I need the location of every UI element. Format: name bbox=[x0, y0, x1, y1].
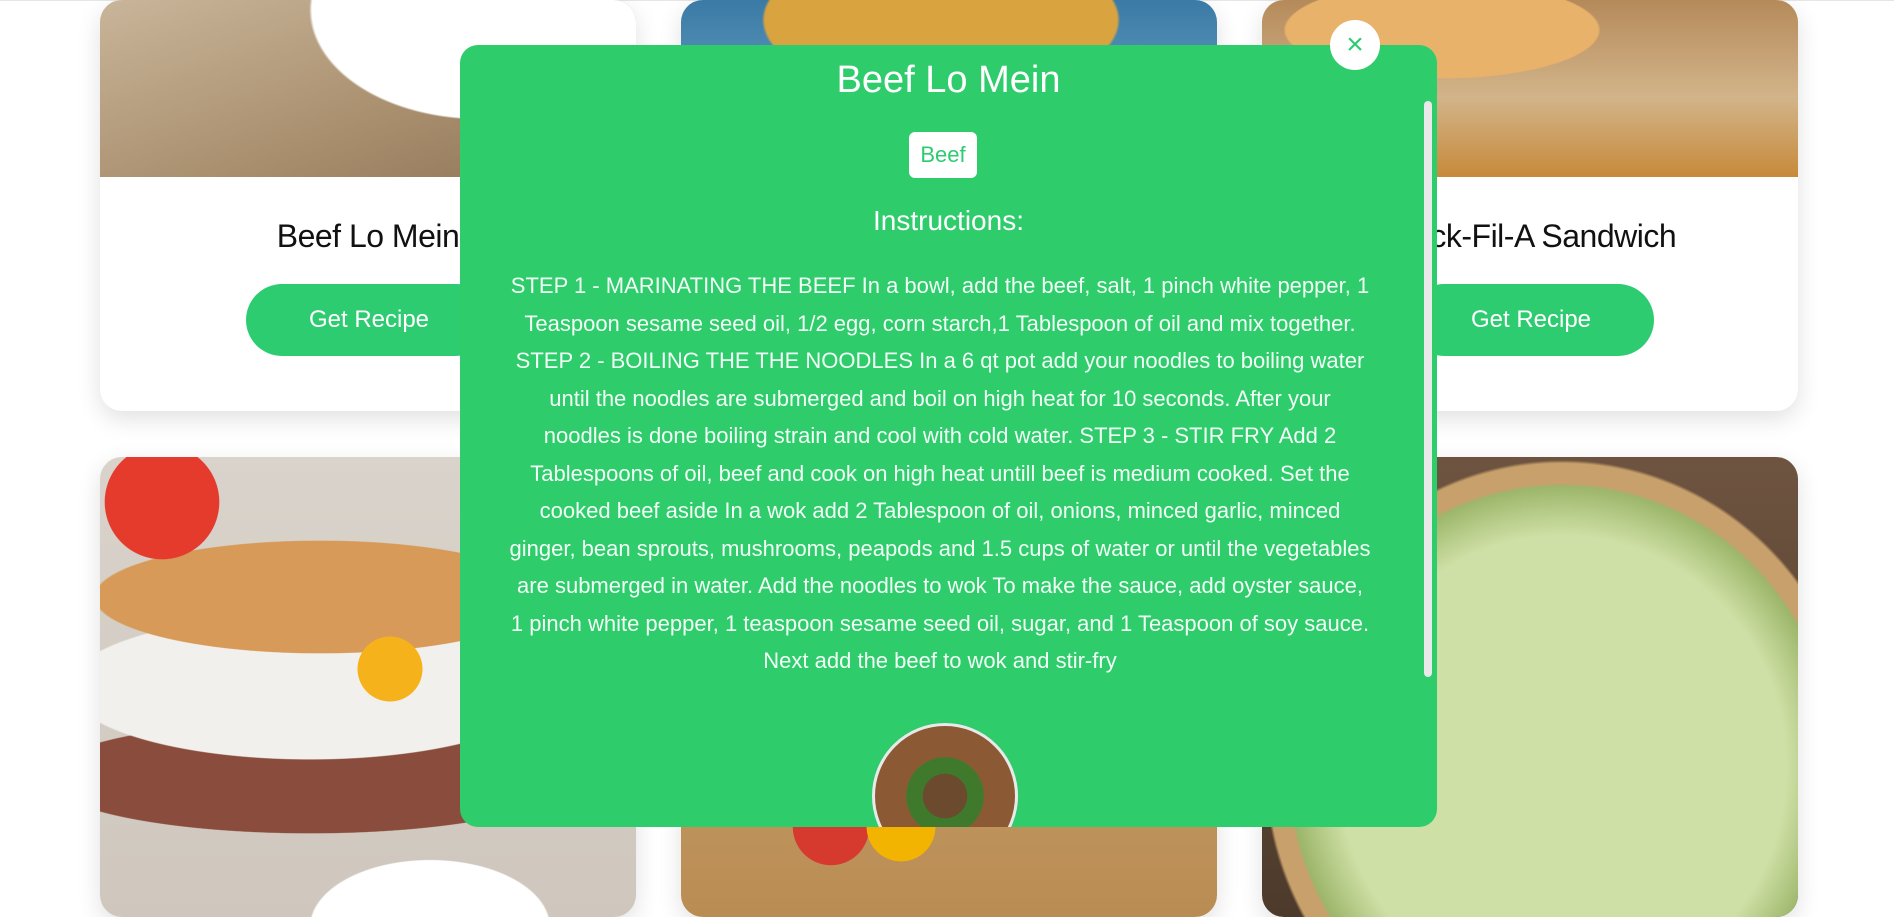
modal-scrollbar-thumb[interactable] bbox=[1424, 101, 1432, 677]
recipe-thumbnail bbox=[872, 723, 1018, 827]
instructions-heading: Instructions: bbox=[873, 205, 1024, 236]
modal-title: Beef Lo Mein bbox=[836, 59, 1061, 101]
category-tag: Beef bbox=[909, 132, 977, 178]
recipe-modal: Beef Lo Mein Beef Instructions: STEP 1 -… bbox=[460, 45, 1437, 827]
modal-scrollbar[interactable] bbox=[1424, 101, 1432, 677]
get-recipe-button[interactable]: Get Recipe bbox=[1408, 284, 1654, 356]
close-icon[interactable]: × bbox=[1330, 20, 1380, 70]
get-recipe-button[interactable]: Get Recipe bbox=[246, 284, 492, 356]
instructions-text: STEP 1 - MARINATING THE BEEF In a bowl, … bbox=[509, 273, 1371, 673]
